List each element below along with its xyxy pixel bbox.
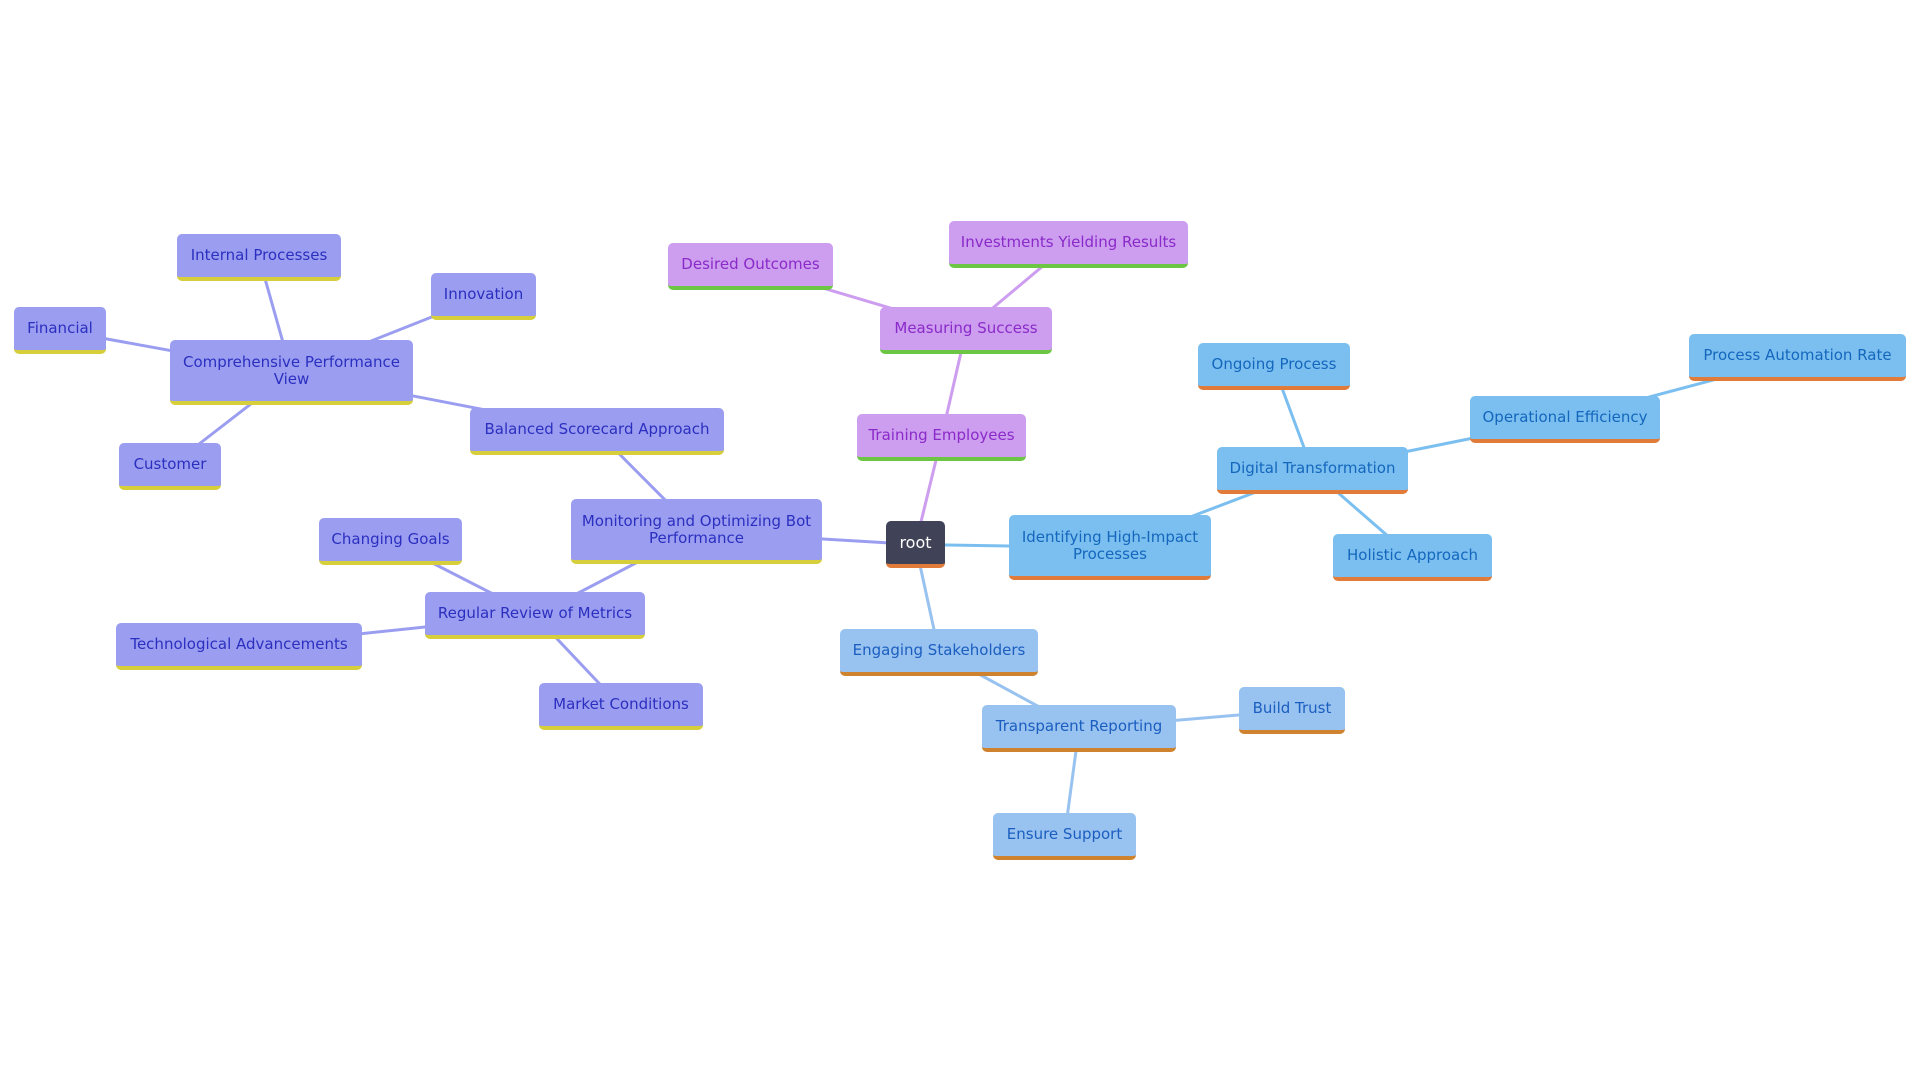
node-financial[interactable]: Financial xyxy=(14,307,106,354)
node-customer[interactable]: Customer xyxy=(119,443,221,490)
node-build-trust[interactable]: Build Trust xyxy=(1239,687,1345,734)
node-label: Market Conditions xyxy=(553,695,689,713)
node-label: Holistic Approach xyxy=(1347,546,1478,564)
node-measuring-success[interactable]: Measuring Success xyxy=(880,307,1052,354)
node-label: Financial xyxy=(27,319,93,337)
node-regular-review[interactable]: Regular Review of Metrics xyxy=(425,592,645,639)
node-tech-advancements[interactable]: Technological Advancements xyxy=(116,623,362,670)
node-label: Internal Processes xyxy=(190,246,328,264)
node-identifying-processes[interactable]: Identifying High-Impact Processes xyxy=(1009,515,1211,580)
node-label: Process Automation Rate xyxy=(1703,346,1892,364)
node-changing-goals[interactable]: Changing Goals xyxy=(319,518,462,565)
node-market-conditions[interactable]: Market Conditions xyxy=(539,683,703,730)
node-label: Transparent Reporting xyxy=(995,717,1163,735)
node-label: Monitoring and Optimizing Bot Performanc… xyxy=(581,511,812,547)
node-label: Regular Review of Metrics xyxy=(437,604,633,622)
node-automation-rate[interactable]: Process Automation Rate xyxy=(1689,334,1906,381)
node-label: Build Trust xyxy=(1252,699,1332,717)
node-balanced-scorecard[interactable]: Balanced Scorecard Approach xyxy=(470,408,724,455)
node-internal-processes[interactable]: Internal Processes xyxy=(177,234,341,281)
node-label: Investments Yielding Results xyxy=(960,233,1177,251)
node-label: Measuring Success xyxy=(894,319,1038,337)
node-label: Engaging Stakeholders xyxy=(852,641,1026,659)
node-investments[interactable]: Investments Yielding Results xyxy=(949,221,1188,268)
node-label: Ongoing Process xyxy=(1211,355,1337,373)
node-label: Comprehensive Performance View xyxy=(182,352,400,388)
node-root[interactable]: root xyxy=(886,521,945,568)
node-label: Desired Outcomes xyxy=(681,255,820,273)
node-label: Technological Advancements xyxy=(130,635,348,653)
node-label: root xyxy=(899,533,932,552)
node-label: Operational Efficiency xyxy=(1482,408,1648,426)
node-label: Digital Transformation xyxy=(1229,459,1396,477)
node-label: Customer xyxy=(133,455,207,473)
node-monitoring[interactable]: Monitoring and Optimizing Bot Performanc… xyxy=(571,499,822,564)
node-label: Identifying High-Impact Processes xyxy=(1021,527,1199,563)
node-ensure-support[interactable]: Ensure Support xyxy=(993,813,1136,860)
node-label: Innovation xyxy=(443,285,524,303)
node-training-employees[interactable]: Training Employees xyxy=(857,414,1026,461)
edges-layer xyxy=(59,243,1798,837)
node-transparent-reporting[interactable]: Transparent Reporting xyxy=(982,705,1176,752)
node-digital-transformation[interactable]: Digital Transformation xyxy=(1217,447,1408,494)
node-label: Ensure Support xyxy=(1006,825,1123,843)
node-engaging-stakeholders[interactable]: Engaging Stakeholders xyxy=(840,629,1038,676)
node-comprehensive-view[interactable]: Comprehensive Performance View xyxy=(170,340,413,405)
node-ongoing-process[interactable]: Ongoing Process xyxy=(1198,343,1350,390)
node-label: Training Employees xyxy=(868,426,1015,444)
node-label: Changing Goals xyxy=(331,530,450,548)
node-label: Balanced Scorecard Approach xyxy=(484,420,710,438)
node-holistic-approach[interactable]: Holistic Approach xyxy=(1333,534,1492,581)
node-operational-efficiency[interactable]: Operational Efficiency xyxy=(1470,396,1660,443)
node-innovation[interactable]: Innovation xyxy=(431,273,536,320)
node-desired-outcomes[interactable]: Desired Outcomes xyxy=(668,243,833,290)
